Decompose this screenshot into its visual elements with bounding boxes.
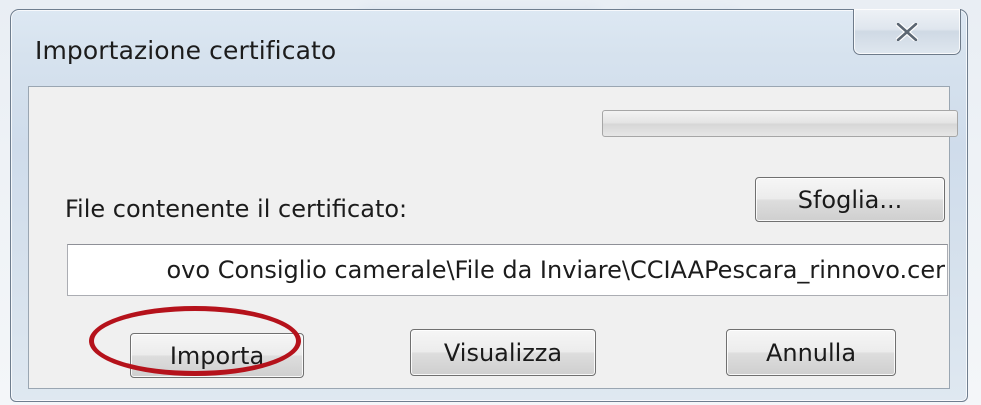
view-button[interactable]: Visualizza	[410, 329, 596, 376]
import-certificate-dialog: Importazione certificato File contenente…	[10, 9, 968, 402]
file-path-input[interactable]: ovo Consiglio camerale\File da Inviare\C…	[67, 244, 948, 296]
cancel-button[interactable]: Annulla	[726, 329, 896, 376]
dialog-title: Importazione certificato	[35, 36, 337, 65]
file-field-label: File contenente il certificato:	[65, 195, 408, 223]
close-x-icon	[896, 22, 918, 41]
import-button[interactable]: Importa	[130, 333, 304, 378]
close-button[interactable]	[853, 9, 961, 55]
file-path-value: ovo Consiglio camerale\File da Inviare\C…	[166, 256, 946, 284]
import-progress-bar	[602, 110, 958, 137]
browse-button[interactable]: Sfoglia...	[755, 177, 945, 222]
dialog-client-area: File contenente il certificato: Sfoglia.…	[28, 86, 958, 389]
